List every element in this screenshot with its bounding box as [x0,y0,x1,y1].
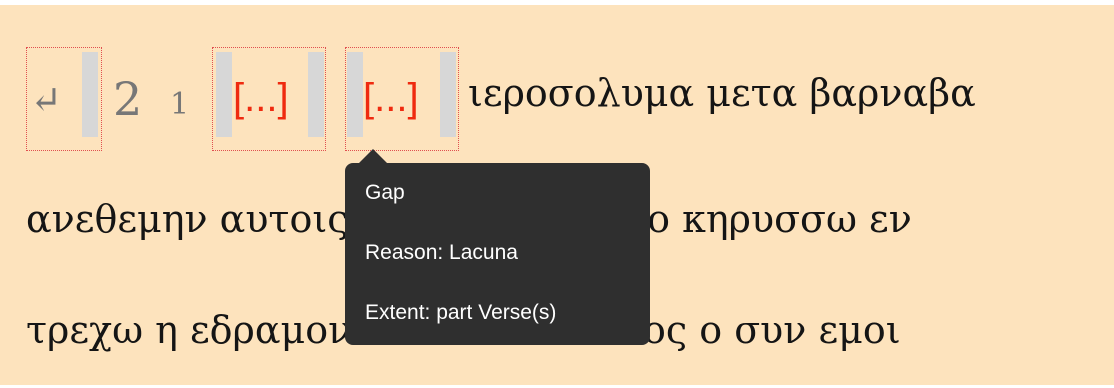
gap-handle-left-1[interactable] [216,52,232,137]
chapter-number: 2 [113,72,143,126]
tooltip-reason: Reason: Lacuna [365,241,518,264]
gap-marker-1[interactable]: [...] [233,70,289,126]
verse-number: 1 [170,87,190,122]
gap-tooltip: Gap Reason: Lacuna Extent: part Verse(s) [345,149,650,345]
gap-handle-left-2[interactable] [347,52,363,137]
marker-handle[interactable] [82,52,98,137]
return-icon[interactable]: ↵ [30,75,62,125]
gap-marker-2[interactable]: [...] [363,70,419,126]
tooltip-title: Gap [365,181,405,204]
line-1-text: ιεροσολυμα μετα βαρναβα [468,71,976,115]
tooltip-extent: Extent: part Verse(s) [365,301,557,324]
gap-handle-right-1[interactable] [308,52,324,137]
gap-handle-right-2[interactable] [440,52,456,137]
manuscript-panel: ↵ 2 1 [...] [...] ιεροσολυμα μετα βαρναβ… [0,5,1114,385]
